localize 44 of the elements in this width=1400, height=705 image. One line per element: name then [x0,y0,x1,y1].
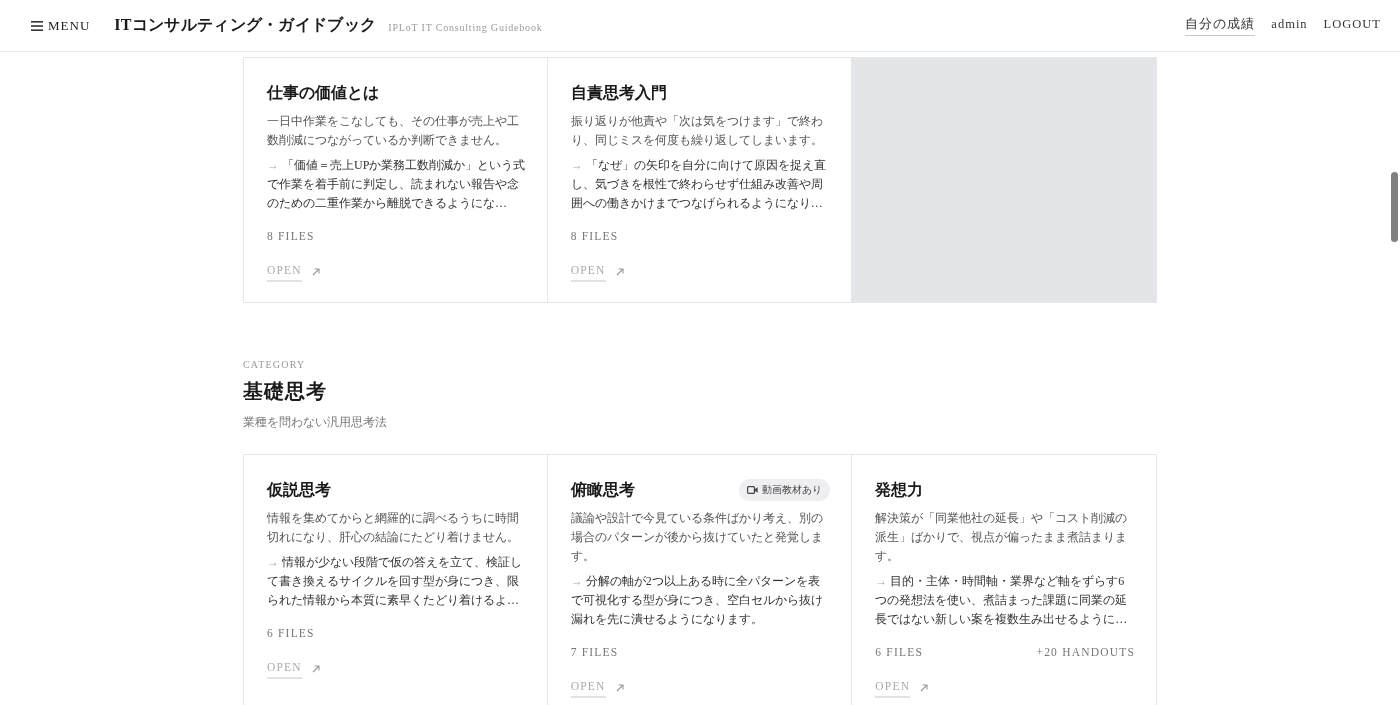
files-count: 7 FILES [570,645,619,660]
diagonal-arrow-icon [615,683,624,692]
outcome-text: → 目的・主体・時間軸・業界など軸をずらす6つの発想法を使い、煮詰まった課題に同業の延長ではない新しい案を複数生み出せるように… [875,573,1129,628]
files-count: 6 FILES [875,645,924,660]
diagonal-arrow-icon [311,664,320,673]
files-count: 8 FILES [570,229,619,244]
open-link[interactable]: OPEN [875,677,929,698]
outcome-text: → 「価値＝売上UPか業務工数削減か」という式で作業を着手前に判定し、読まれない報告や念のための二重作業から離脱できるようにな… [267,157,526,212]
handouts-count: +20 HANDOUTS [1036,645,1135,660]
open-link[interactable]: OPEN [570,261,624,282]
scrollbar-thumb[interactable] [1391,172,1398,242]
open-link[interactable]: OPEN [267,658,320,679]
video-camera-icon [747,486,759,494]
menu-icon [31,20,43,31]
nav-link[interactable]: 自分の成績 [1185,15,1256,36]
nav-link[interactable]: admin [1271,16,1308,35]
problem-text: 議論や設計で今見ている条件ばかり考え、別の場合のパターンが後から抜けていたと発覚します。 [570,510,824,565]
menu-button[interactable]: MENU [31,17,91,34]
course-title: 俯瞰思考 [570,480,635,500]
problem-text: 振り返りが他責や「次は気をつけます」で終わり、同じミスを何度も繰り返してしまいます。 [570,113,824,149]
problem-text: 一日中作業をこなしても、その仕事が売上や工数削減につながっているか判断できません。 [267,113,520,149]
problem-text: 解決策が「同業他社の延長」や「コスト削減の派生」ばかりで、視点が偏ったまま煮詰まります。 [875,510,1129,565]
open-link[interactable]: OPEN [267,261,320,282]
diagonal-arrow-icon [615,267,624,276]
site-subtitle: IPLoT IT Consulting Guidebook [388,22,543,33]
open-link[interactable]: OPEN [570,677,624,698]
outcome-text: → 「なぜ」の矢印を自分に向けて原因を捉え直し、気づきを根性で終わらせず仕組み改善や周囲への働きかけまでつなげられるようになり… [570,157,827,212]
diagonal-arrow-icon [920,683,929,692]
category-eyebrow: CATEGORY [243,358,307,372]
nav-link[interactable]: LOGOUT [1323,16,1381,35]
site-title: ITコンサルティング・ガイドブック [114,15,377,35]
course-title: 自責思考入門 [570,83,667,103]
problem-text: 情報を集めてからと網羅的に調べるうちに時間切れになり、肝心の結論にたどり着けません。 [267,510,520,546]
files-count: 8 FILES [267,229,315,244]
diagonal-arrow-icon [311,267,320,276]
badge-label: 動画教材あり [762,483,823,497]
course-title: 仮説思考 [267,480,331,500]
outcome-text: → 分解の軸が2つ以上ある時に全パターンを表で可視化する型が身につき、空白セルから抜け漏れを先に潰せるようになります。 [570,573,824,628]
course-title: 仕事の価値とは [267,83,379,103]
category-title: 基礎思考 [243,379,328,404]
course-title: 発想力 [875,480,924,500]
outcome-text: → 情報が少ない段階で仮の答えを立て、検証して書き換えるサイクルを回す型が身につき、限られた情報から本質に素早くたどり着けるよ… [267,554,523,609]
category-subtitle: 業種を問わない汎用思考法 [243,414,388,431]
files-count: 6 FILES [267,626,315,641]
